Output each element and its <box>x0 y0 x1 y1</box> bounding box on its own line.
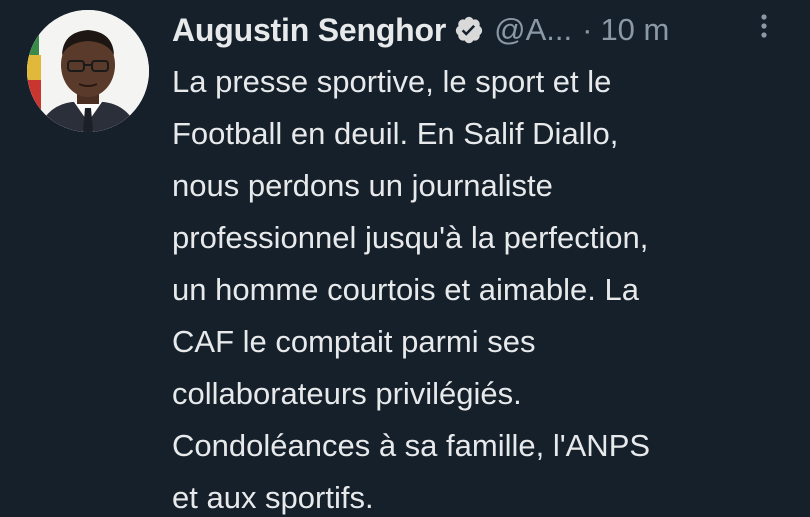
avatar[interactable] <box>27 10 149 132</box>
tweet[interactable]: Augustin Senghor @A... · 10 m La presse … <box>0 0 810 517</box>
author-name[interactable]: Augustin Senghor <box>172 12 446 49</box>
avatar-photo <box>27 10 149 132</box>
more-vertical-icon[interactable] <box>757 12 771 40</box>
separator-dot: · <box>582 12 593 47</box>
verified-badge-icon <box>454 15 484 45</box>
author-handle[interactable]: @A... <box>494 12 572 48</box>
tweet-timestamp[interactable]: 10 m <box>600 12 669 48</box>
tweet-text: La presse sportive, le sport et le Footb… <box>172 64 651 515</box>
tweet-header: Augustin Senghor @A... · 10 m <box>172 8 669 52</box>
